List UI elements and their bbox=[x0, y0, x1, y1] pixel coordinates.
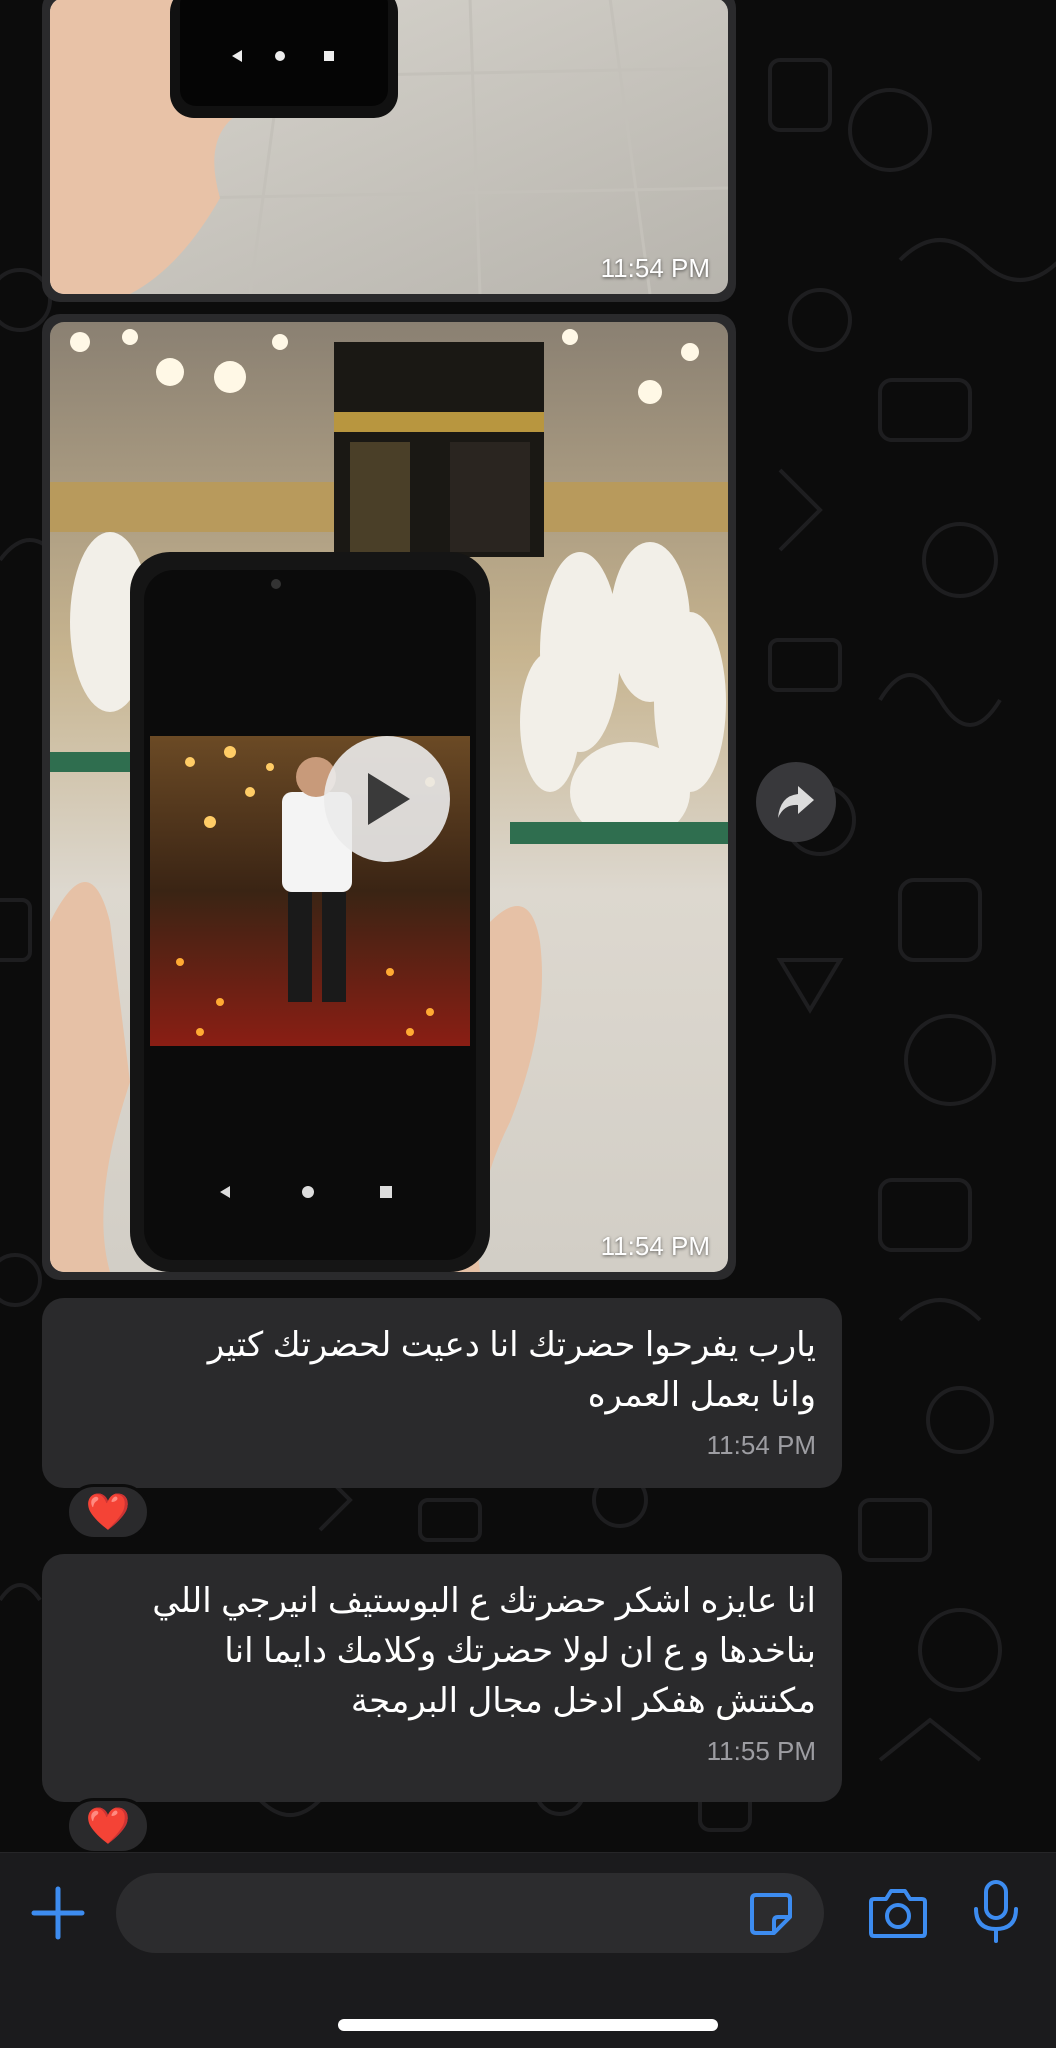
microphone-icon bbox=[974, 1880, 1018, 1943]
camera-button[interactable] bbox=[868, 1885, 928, 1941]
microphone-button[interactable] bbox=[968, 1879, 1024, 1945]
message-input[interactable] bbox=[116, 1873, 824, 1953]
video-thumbnail-2[interactable]: 11:54 PM bbox=[50, 322, 728, 1272]
message-line: وانا بعمل العمره bbox=[587, 1376, 816, 1414]
message-line: بناخدها و ع ان لولا حضرتك وكلامك دايما ا… bbox=[224, 1632, 816, 1670]
message-line: مكنتش هفكر ادخل مجال البرمجة bbox=[350, 1682, 816, 1720]
forward-button[interactable] bbox=[756, 762, 836, 842]
play-button[interactable] bbox=[324, 736, 450, 862]
text-message-1[interactable]: يارب يفرحوا حضرتك انا دعيت لحضرتك كتير و… bbox=[42, 1298, 842, 1488]
reaction-badge[interactable]: ❤️ bbox=[66, 1484, 150, 1540]
message-line: انا عايزه اشكر حضرتك ع البوستيف انيرجي ا… bbox=[152, 1582, 816, 1620]
message-timestamp: 11:54 PM bbox=[600, 1231, 710, 1261]
message-timestamp: 11:55 PM bbox=[706, 1736, 816, 1766]
attach-button[interactable] bbox=[30, 1885, 86, 1941]
plus-icon bbox=[31, 1886, 85, 1940]
heart-icon: ❤️ bbox=[85, 1491, 131, 1532]
camera-icon bbox=[869, 1889, 927, 1938]
sticker-button[interactable] bbox=[748, 1891, 794, 1937]
sticker-icon bbox=[750, 1893, 792, 1935]
video-message-1[interactable]: 11:54 PM bbox=[42, 0, 736, 302]
message-timestamp: 11:54 PM bbox=[600, 253, 710, 283]
text-message-2[interactable]: انا عايزه اشكر حضرتك ع البوستيف انيرجي ا… bbox=[42, 1554, 842, 1802]
play-icon bbox=[368, 773, 410, 825]
reaction-badge[interactable]: ❤️ bbox=[66, 1798, 150, 1854]
video-thumbnail-1[interactable]: 11:54 PM bbox=[50, 0, 728, 294]
message-timestamp: 11:54 PM bbox=[706, 1430, 816, 1460]
heart-icon: ❤️ bbox=[85, 1805, 131, 1846]
video-message-2[interactable]: 11:54 PM bbox=[42, 314, 736, 1280]
message-line: يارب يفرحوا حضرتك انا دعيت لحضرتك كتير bbox=[207, 1326, 816, 1364]
message-composer bbox=[0, 1852, 1056, 2048]
forward-arrow-icon bbox=[778, 786, 814, 818]
home-indicator bbox=[338, 2019, 718, 2031]
chat-messages[interactable]: 11:54 PM 11:54 PM يارب يفرحوا حضرتك انا … bbox=[0, 0, 1056, 1854]
